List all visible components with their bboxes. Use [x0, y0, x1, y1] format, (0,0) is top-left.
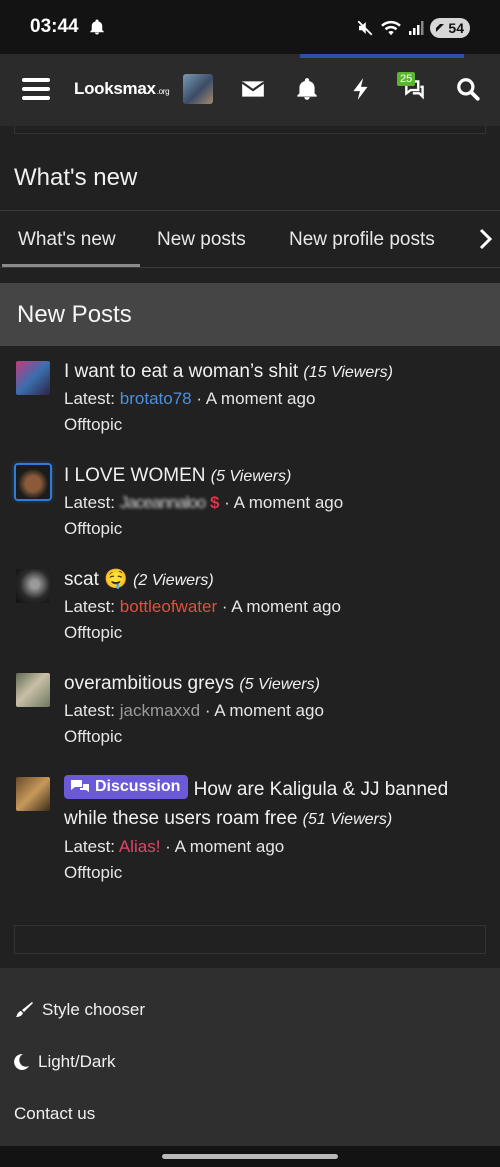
status-time: 03:44 [30, 16, 79, 37]
thread-title[interactable]: I want to eat a woman’s shit [64, 361, 298, 382]
thread-meta: Latest: bottleofwater · A moment ago [64, 597, 341, 616]
style-chooser-link[interactable]: Style chooser [14, 1000, 145, 1020]
thread-meta: Latest: jackmaxxd · A moment ago [64, 701, 324, 720]
search-icon[interactable] [455, 76, 481, 102]
block-title: New Posts [17, 301, 132, 328]
lightning-icon[interactable] [348, 76, 374, 102]
battery-saver-icon [436, 24, 445, 32]
username-link[interactable]: Alias! [119, 837, 161, 856]
forum-link[interactable]: Offtopic [64, 724, 484, 750]
battery-indicator: 54 [430, 18, 470, 38]
viewer-count: (5 Viewers) [239, 676, 320, 693]
avatar[interactable] [16, 361, 50, 395]
moon-icon [14, 1053, 29, 1070]
notification-bell-icon [90, 19, 104, 35]
viewer-count: (15 Viewers) [303, 364, 393, 381]
avatar[interactable] [16, 777, 50, 811]
avatar[interactable] [16, 569, 50, 603]
alerts-bell-icon[interactable] [294, 76, 320, 102]
tab-new-posts[interactable]: New posts [157, 229, 246, 251]
thread-title[interactable]: scat 🤤 [64, 569, 128, 590]
inbox-envelope-icon[interactable] [240, 76, 266, 102]
username-link[interactable]: bottleofwater [120, 597, 217, 616]
forum-link[interactable]: Offtopic [64, 620, 484, 646]
alerts-count-badge: 25 [397, 72, 416, 86]
thread-meta: Latest: brotato78 · A moment ago [64, 389, 316, 408]
light-dark-toggle[interactable]: Light/Dark [14, 1052, 115, 1072]
avatar[interactable] [16, 465, 50, 499]
page-title: What's new [14, 164, 138, 191]
chat-bubbles-icon [71, 780, 89, 792]
signal-icon [409, 21, 424, 35]
footer: Style chooser Light/Dark Contact us [0, 968, 500, 1146]
site-logo[interactable]: Looksmax.org [74, 79, 170, 99]
forum-link[interactable]: Offtopic [64, 516, 484, 542]
user-avatar[interactable] [183, 74, 213, 104]
avatar[interactable] [16, 673, 50, 707]
forum-link[interactable]: Offtopic [64, 412, 484, 438]
tab-bar: What's new New posts New profile posts [0, 210, 500, 268]
viewer-count: (51 Viewers) [302, 811, 393, 828]
home-gesture-pill[interactable] [162, 1154, 338, 1159]
discussion-label[interactable]: Discussion [64, 775, 189, 799]
tab-whats-new[interactable]: What's new [18, 229, 116, 251]
forum-link[interactable]: Offtopic [64, 860, 484, 886]
thread-meta: Latest: Jaceannaloo $ · A moment ago [64, 493, 344, 512]
thread-title[interactable]: I LOVE WOMEN [64, 465, 205, 486]
viewer-count: (2 Viewers) [133, 572, 214, 589]
username-link[interactable]: Jaceannaloo [120, 493, 206, 512]
viewer-count: (5 Viewers) [210, 468, 292, 485]
status-bar: 03:44 54 [0, 0, 500, 54]
mute-icon [358, 20, 373, 36]
status-icons: 54 [356, 15, 470, 41]
username-link[interactable]: brotato78 [120, 389, 192, 408]
notice-area-bottom [14, 925, 486, 954]
menu-icon[interactable] [22, 78, 50, 100]
thread-title[interactable]: overambitious greys [64, 673, 234, 694]
tab-active-indicator [2, 264, 140, 267]
wifi-icon [381, 20, 402, 36]
thread-meta: Latest: Alias! · A moment ago [64, 837, 285, 856]
user-banner-icon: $ [209, 493, 220, 512]
contact-us-link[interactable]: Contact us [14, 1104, 95, 1124]
chevron-right-icon[interactable] [476, 226, 494, 252]
paint-brush-icon [16, 1002, 33, 1017]
battery-level: 54 [448, 20, 464, 36]
header-accent-bar [300, 54, 464, 58]
username-link[interactable]: jackmaxxd [120, 701, 200, 720]
tab-new-profile-posts[interactable]: New profile posts [289, 229, 435, 251]
notice-area [14, 126, 486, 134]
block-header: New Posts [0, 283, 500, 346]
